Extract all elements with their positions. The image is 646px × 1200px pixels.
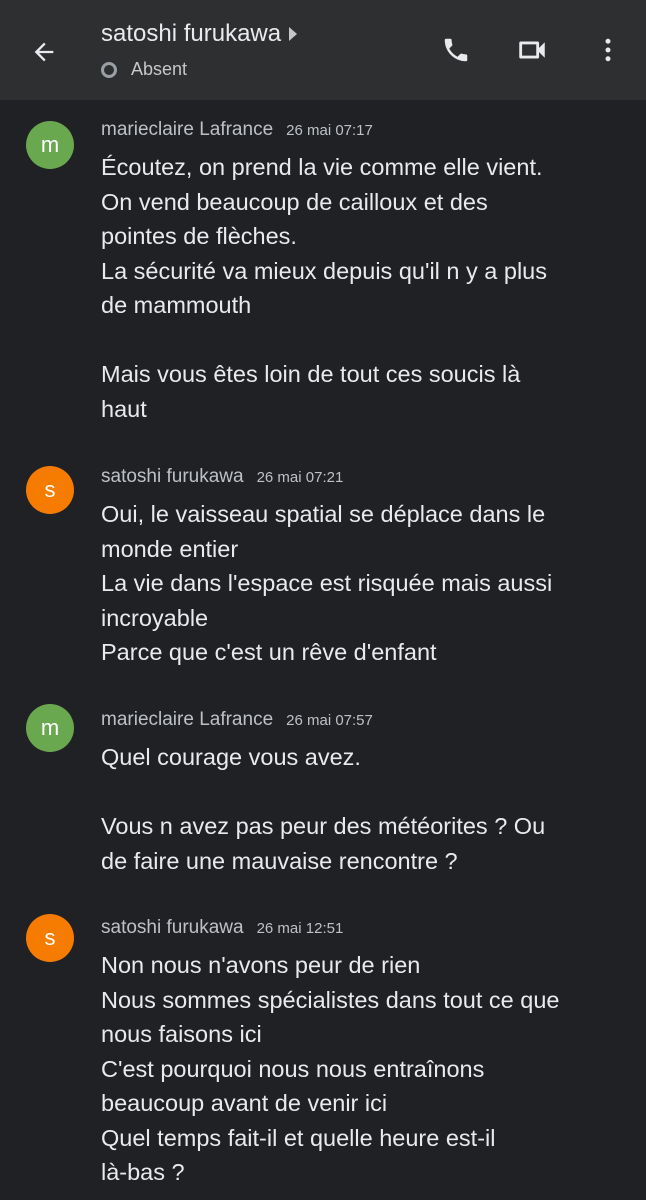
message-line: Non nous n'avons peur de rien [101,952,421,978]
back-button[interactable] [22,30,66,74]
message-body: Quel courage vous avez. Vous n avez pas … [101,740,621,878]
status-label: Absent [131,59,188,79]
message-line: Quel temps fait-il et quelle heure est-i… [101,1124,496,1151]
status-circle-icon [101,61,117,78]
arrow-back-icon [34,42,54,62]
message-line: Vous n avez pas peur des météorites ? Ou [101,813,546,839]
contact-title[interactable]: satoshi furukawa [101,20,298,48]
message-timestamp: 26 mai 07:21 [256,469,344,486]
sender-name: satoshi furukawa [101,466,244,487]
message-line: La sécurité va mieux depuis qu'il n y a … [101,257,548,284]
message-line: nous faisons ici [101,1021,262,1047]
message-line: de faire une mauvaise rencontre ? [101,847,458,874]
more-options-button[interactable] [586,28,630,72]
message-line: haut [101,395,147,422]
message-line: La vie dans l'espace est risquée mais au… [101,570,553,596]
message-line: pointes de flèches. [101,223,297,249]
caret-right-icon [289,27,298,41]
message-line: C'est pourquoi nous nous entraînons [101,1055,485,1082]
sender-name: satoshi furukawa [101,917,244,938]
message-line: Mais vous êtes loin de tout ces soucis l… [101,361,521,387]
video-call-icon [519,41,545,59]
message-line: Quel courage vous avez. [101,744,361,770]
message-line: Nous sommes spécialistes dans tout ce qu… [101,986,560,1013]
message-body: Écoutez, on prend la vie comme elle vien… [101,150,621,426]
message-line: beaucoup avant de venir ici [101,1090,388,1116]
phone-icon [444,38,468,62]
sender-name: marieclaire Lafrance [101,119,274,140]
message-line: Oui, le vaisseau spatial se déplace dans… [101,501,546,527]
message-line-blank [101,775,621,810]
video-call-button[interactable] [510,28,554,72]
message-line: monde entier [101,535,239,562]
message-line: de mammouth [101,292,252,318]
message-meta: satoshi furukawa 26 mai 07:21 [101,466,343,488]
avatar[interactable]: s [26,466,74,514]
message-line: On vend beaucoup de cailloux et des [101,188,488,215]
message-line: Parce que c'est un rêve d'enfant [101,639,437,665]
call-button[interactable] [434,28,478,72]
avatar[interactable]: m [26,121,74,169]
avatar[interactable]: m [26,704,74,752]
message-meta: marieclaire Lafrance 26 mai 07:57 [101,709,373,731]
message-line: incroyable [101,604,209,631]
message-body: Non nous n'avons peur de rien Nous somme… [101,948,621,1190]
presence-status: Absent [101,59,187,80]
more-vert-icon [605,38,611,62]
message-meta: marieclaire Lafrance 26 mai 07:17 [101,119,373,141]
message-timestamp: 26 mai 07:17 [286,122,373,139]
conversation-header: satoshi furukawa Absent [0,0,646,100]
message-timestamp: 26 mai 12:51 [256,920,344,937]
message-line-blank [101,323,621,358]
message-body: Oui, le vaisseau spatial se déplace dans… [101,497,621,670]
contact-name: satoshi furukawa [101,20,282,47]
message-line: Écoutez, on prend la vie comme elle vien… [101,154,543,180]
sender-name: marieclaire Lafrance [101,709,274,730]
message-meta: satoshi furukawa 26 mai 12:51 [101,917,343,939]
message-timestamp: 26 mai 07:57 [286,712,373,729]
message-line: là-bas ? [101,1159,185,1185]
avatar[interactable]: s [26,914,74,962]
